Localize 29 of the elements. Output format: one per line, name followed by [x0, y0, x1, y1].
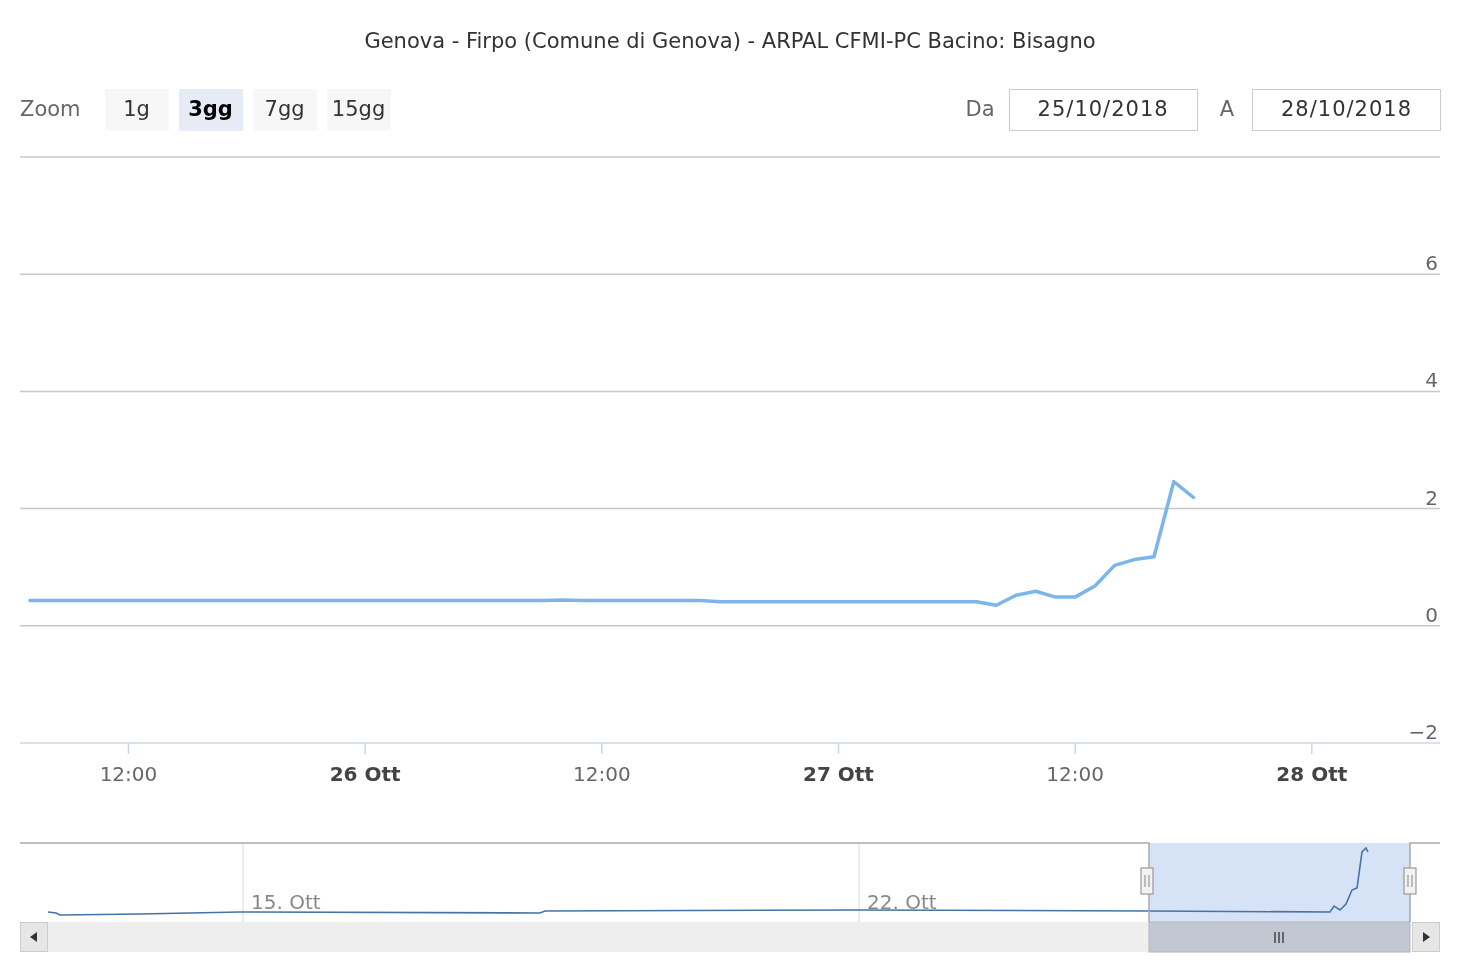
- date-label: A: [1219, 96, 1234, 124]
- axis-label: 22. Ott: [867, 890, 937, 914]
- date-field[interactable]: 25/10/2018: [1008, 89, 1198, 131]
- range-handle[interactable]: [1403, 867, 1417, 895]
- scrollbar-grip-icon: [1274, 931, 1284, 944]
- date-field[interactable]: 28/10/2018: [1252, 89, 1441, 131]
- zoom-button[interactable]: 3gg: [178, 89, 243, 131]
- date-label: Da: [965, 96, 995, 124]
- axis-label: 2: [1425, 485, 1438, 510]
- axis-label: 27 Ott: [803, 762, 874, 786]
- zoom-button[interactable]: 7gg: [252, 89, 317, 131]
- scrollbar-thumb[interactable]: [1148, 921, 1411, 953]
- scroll-left-button[interactable]: [20, 922, 48, 952]
- axis-label: 12:00: [573, 762, 631, 786]
- axis-label: 15. Ott: [251, 890, 321, 914]
- axis-label: −2: [1408, 720, 1438, 744]
- zoom-label: Zoom: [20, 96, 81, 124]
- axis-label: 4: [1425, 368, 1438, 393]
- axis-label: 28 Ott: [1276, 762, 1348, 786]
- zoom-button[interactable]: 1g: [104, 89, 169, 131]
- axis-label: 6: [1425, 251, 1438, 276]
- zoom-button[interactable]: 15gg: [326, 89, 391, 131]
- axis-label: 12:00: [1046, 762, 1104, 786]
- axis-label: 26 Ott: [329, 762, 401, 786]
- scroll-right-button[interactable]: [1412, 922, 1440, 952]
- chart-title: Genova - Firpo (Comune di Genova) - ARPAL CFMI-PC Bacino: Bisagno: [363, 28, 1097, 55]
- axis-label: 0: [1425, 602, 1438, 627]
- range-handle[interactable]: [1140, 867, 1154, 895]
- axis-label: 12:00: [99, 762, 158, 786]
